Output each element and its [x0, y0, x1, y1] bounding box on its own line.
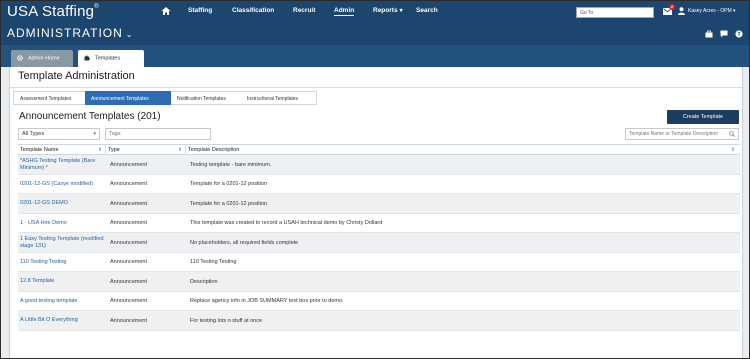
search-placeholder: Template Name or Template Description [629, 131, 718, 137]
template-description: Replace agency info in JOB SUMMARY text … [190, 298, 344, 304]
template-type: Announcement [110, 298, 147, 304]
step-label: Instructional Templates [247, 96, 299, 102]
tab-admin-home[interactable]: Admin Home [11, 50, 73, 67]
chevron-down-icon: ▾ [93, 131, 96, 137]
sort-icon: ⇕ [97, 147, 102, 153]
tab-templates[interactable]: Templates [78, 50, 144, 67]
nav-recruit[interactable]: Recruit [293, 7, 315, 14]
admin-bar: ADMINISTRATION ⌄ ? [1, 23, 749, 45]
template-type: Announcement [110, 259, 147, 265]
template-description: Testing template - bare minimum. [190, 161, 272, 168]
step-label: Assessment Templates [20, 96, 72, 102]
nav-staffing[interactable]: Staffing [188, 7, 212, 14]
nav-reports-label: Reports [373, 7, 398, 14]
template-type: Announcement [110, 161, 147, 168]
table-row[interactable]: *ASHG Testing Template (Bare Minimum) * … [18, 155, 740, 175]
templates-table: Template Name ⇕ Type ⇕ Template Descriptio… [18, 144, 740, 331]
chat-icon[interactable] [720, 30, 728, 38]
template-name-link[interactable]: 1 Easy Testing Template (modified stage … [20, 233, 108, 252]
nav-admin[interactable]: Admin [334, 7, 355, 16]
column-label: Type [108, 147, 120, 153]
template-description: For testing lots o stuff at once [190, 317, 263, 324]
nav-classification[interactable]: Classification [232, 7, 274, 14]
module-title: ADMINISTRATION [7, 26, 123, 40]
type-filter-select[interactable]: All Types ▾ [18, 128, 100, 140]
sort-icon: ⇕ [730, 147, 735, 153]
gear-icon [17, 55, 23, 61]
home-icon[interactable] [161, 6, 171, 16]
chevron-down-icon: ⌄ [125, 30, 134, 39]
table-row[interactable]: 12.8 Template Announcement Description [18, 272, 740, 292]
template-name-link[interactable]: 1 - USA Hire Demo [20, 214, 108, 233]
tags-input[interactable]: Tags [105, 128, 211, 140]
briefcase-icon[interactable] [705, 30, 713, 38]
template-description: No placeholders, all required fields com… [190, 239, 299, 246]
step-instructional-templates[interactable]: Instructional Templates [241, 91, 317, 105]
template-type: Announcement [110, 278, 147, 285]
template-type: Announcement [110, 181, 147, 187]
column-header-template-name[interactable]: Template Name ⇕ [18, 145, 106, 155]
table-row[interactable]: 0201-12-GS DEMO Announcement Template fo… [18, 194, 740, 214]
template-search-input[interactable]: Template Name or Template Description [625, 128, 739, 140]
top-nav: USA Staffing® Staffing Classification Re… [1, 1, 749, 23]
goto-input[interactable]: Go To [576, 7, 654, 18]
template-description: Template for a 0201-12 position [190, 200, 268, 207]
section-title: Announcement Templates (201) [19, 111, 161, 122]
search-icon[interactable] [729, 131, 735, 137]
step-label: Notification Templates [177, 96, 226, 102]
template-description: This template was created to record a US… [190, 220, 383, 226]
template-description: Template for a 0201-12 position [190, 181, 268, 187]
user-menu[interactable]: Kasey Acres - OPM ▾ [688, 8, 736, 14]
table-row[interactable]: 1 Easy Testing Template (modified stage … [18, 233, 740, 253]
divider [10, 87, 744, 88]
template-type: Announcement [110, 200, 147, 207]
template-name-link[interactable]: 0201-12-GS (Casye modified) [20, 175, 108, 194]
column-header-template-description[interactable]: Template Description ⇕ [186, 145, 738, 155]
template-type: Announcement [110, 317, 147, 324]
tab-admin-home-label: Admin Home [28, 55, 60, 62]
main-panel: Template Administration Assessment Templ… [9, 67, 744, 358]
table-row[interactable]: 110 Testing Testing Announcement 110 Tes… [18, 253, 740, 272]
template-description: 110 Testing Testing [190, 259, 237, 265]
chevron-down-icon: ▾ [733, 8, 736, 14]
template-name-link[interactable]: A good testing template [20, 292, 108, 311]
app-window: USA Staffing® Staffing Classification Re… [0, 0, 750, 359]
nav-search[interactable]: Search [416, 7, 438, 14]
template-name-link[interactable]: 12.8 Template [20, 272, 108, 291]
tab-templates-label: Templates [95, 55, 121, 62]
template-name-link[interactable]: A Little Bit O Everything [20, 311, 108, 330]
template-name-link[interactable]: 0201-12-GS DEMO [20, 194, 108, 213]
table-header: Template Name ⇕ Type ⇕ Template Descriptio… [18, 144, 740, 155]
template-type: Announcement [110, 239, 147, 246]
nav-reports[interactable]: Reports ▾ [373, 7, 403, 14]
logo[interactable]: USA Staffing® [7, 3, 99, 20]
chevron-down-icon: ▾ [399, 8, 403, 14]
notification-badge: 2 [669, 4, 675, 10]
tab-bar: Admin Home Templates [1, 45, 749, 67]
template-name-link[interactable]: *ASHG Testing Template (Bare Minimum) * [20, 155, 108, 174]
column-label: Template Description [188, 147, 240, 153]
user-icon[interactable] [678, 7, 685, 15]
page-title: Template Administration [18, 70, 135, 82]
type-filter-value: All Types [22, 131, 45, 137]
puzzle-icon [84, 55, 90, 61]
table-row[interactable]: 0201-12-GS (Casye modified) Announcement… [18, 175, 740, 194]
help-icon[interactable]: ? [735, 30, 743, 38]
template-name-link[interactable]: 110 Testing Testing [20, 253, 108, 272]
column-label: Template Name [20, 147, 59, 153]
user-name: Kasey Acres - OPM [688, 8, 732, 14]
table-row[interactable]: 1 - USA Hire Demo Announcement This temp… [18, 214, 740, 233]
step-label: Announcement Templates [91, 96, 149, 102]
step-assessment-templates[interactable]: Assessment Templates [13, 91, 85, 105]
step-announcement-templates[interactable]: Announcement Templates [85, 91, 171, 105]
table-row[interactable]: A good testing template Announcement Rep… [18, 292, 740, 311]
sort-icon: ⇕ [177, 147, 182, 153]
table-row[interactable]: A Little Bit O Everything Announcement F… [18, 311, 740, 331]
step-notification-templates[interactable]: Notification Templates [171, 91, 241, 105]
create-template-button[interactable]: Create Template [667, 110, 739, 124]
module-switcher[interactable]: ADMINISTRATION ⌄ [7, 26, 133, 40]
column-header-type[interactable]: Type ⇕ [106, 145, 186, 155]
template-description: Description [190, 278, 218, 285]
template-type: Announcement [110, 220, 147, 226]
